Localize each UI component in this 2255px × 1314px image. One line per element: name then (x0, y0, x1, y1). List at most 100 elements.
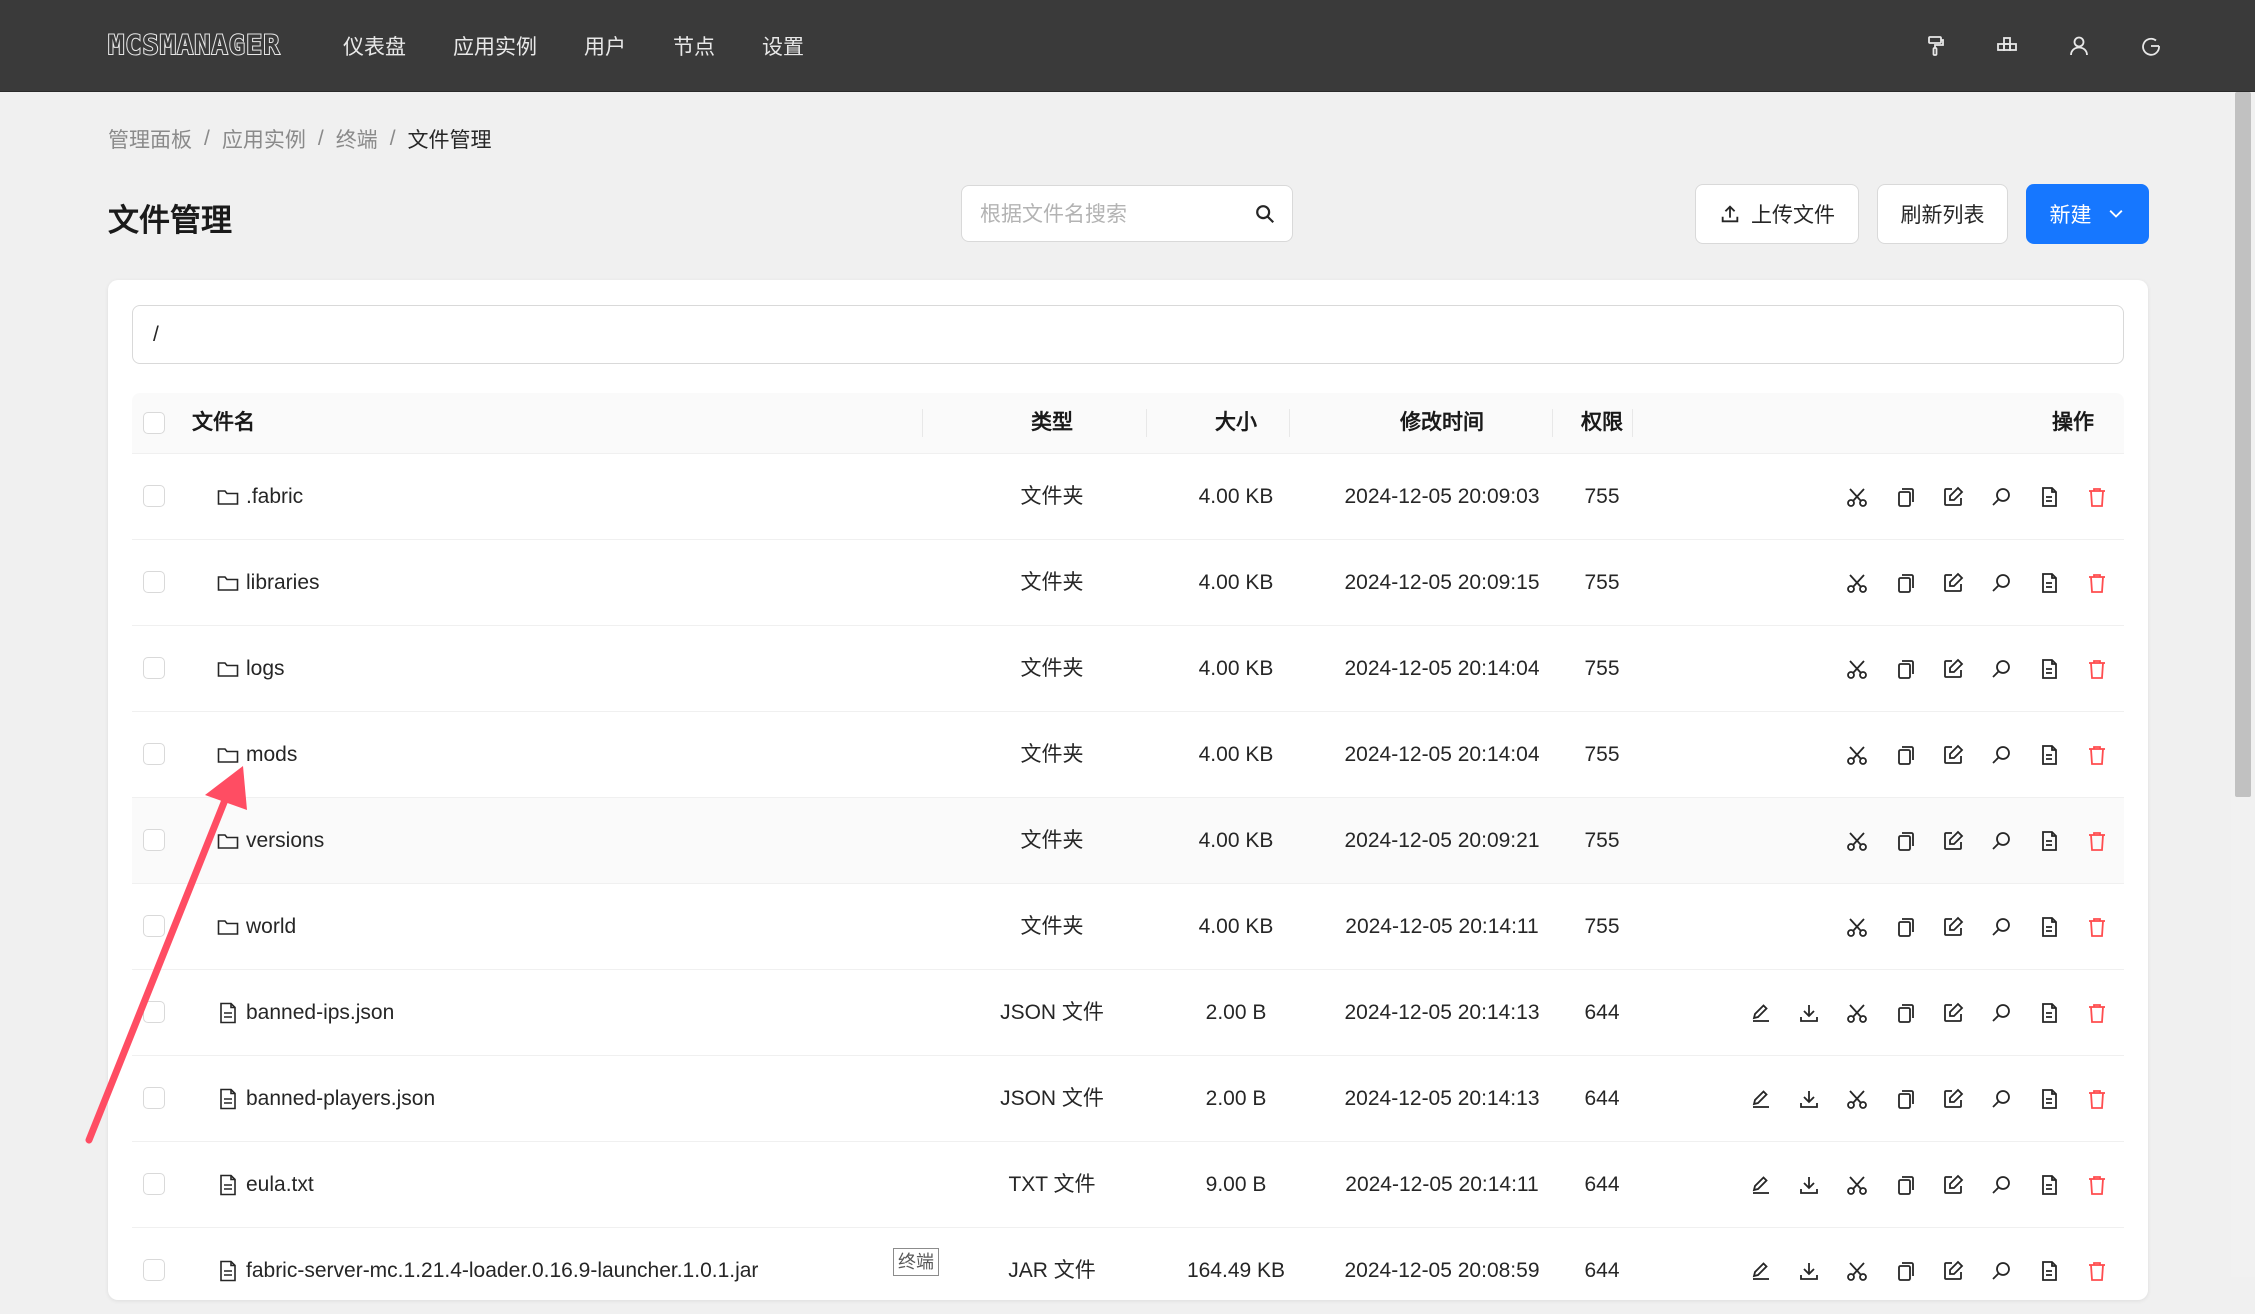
layout-icon[interactable] (1991, 30, 2023, 62)
file-name[interactable]: fabric-server-mc.1.21.4-loader.0.16.9-la… (246, 1228, 758, 1313)
rename-icon[interactable] (1940, 828, 1966, 854)
app-logo[interactable]: MCSMANAGER (107, 29, 281, 62)
delete-icon[interactable] (2084, 1000, 2110, 1026)
nav-item-dashboard[interactable]: 仪表盘 (343, 31, 406, 61)
nav-item-instances[interactable]: 应用实例 (453, 31, 537, 61)
cut-icon[interactable] (1844, 914, 1870, 940)
rename-icon[interactable] (1940, 914, 1966, 940)
permission-icon[interactable] (2036, 828, 2062, 854)
table-row[interactable]: .fabric 文件夹 4.00 KB 2024-12-05 20:09:03 755 (132, 454, 2124, 540)
cut-icon[interactable] (1844, 656, 1870, 682)
copy-icon[interactable] (1892, 742, 1918, 768)
file-name[interactable]: versions (246, 798, 324, 883)
permission-icon[interactable] (2036, 570, 2062, 596)
cut-icon[interactable] (1844, 742, 1870, 768)
scrollbar-thumb[interactable] (2235, 92, 2251, 797)
search-in-icon[interactable] (1988, 484, 2014, 510)
row-checkbox[interactable] (143, 1173, 165, 1195)
table-row[interactable]: eula.txt TXT 文件 9.00 B 2024-12-05 20:14:11 6… (132, 1142, 2124, 1228)
logout-icon[interactable] (2135, 30, 2167, 62)
table-row[interactable]: banned-ips.json JSON 文件 2.00 B 2024-12-05 2… (132, 970, 2124, 1056)
row-checkbox[interactable] (143, 829, 165, 851)
breadcrumb-item-panel[interactable]: 管理面板 (108, 124, 192, 154)
row-checkbox[interactable] (143, 571, 165, 593)
permission-icon[interactable] (2036, 914, 2062, 940)
copy-icon[interactable] (1892, 484, 1918, 510)
nav-item-settings[interactable]: 设置 (762, 31, 804, 61)
rename-icon[interactable] (1940, 484, 1966, 510)
row-checkbox[interactable] (143, 1001, 165, 1023)
user-icon[interactable] (2063, 30, 2095, 62)
rename-icon[interactable] (1940, 1000, 1966, 1026)
download-icon[interactable] (1796, 1000, 1822, 1026)
breadcrumb-item-terminal[interactable]: 终端 (336, 124, 378, 154)
table-row[interactable]: banned-players.json JSON 文件 2.00 B 2024-12-… (132, 1056, 2124, 1142)
permission-icon[interactable] (2036, 656, 2062, 682)
file-name[interactable]: libraries (246, 540, 320, 625)
file-name[interactable]: banned-ips.json (246, 970, 394, 1055)
download-icon[interactable] (1796, 1258, 1822, 1284)
refresh-list-button[interactable]: 刷新列表 (1877, 184, 2008, 244)
rename-icon[interactable] (1940, 742, 1966, 768)
page-scrollbar[interactable] (2231, 92, 2255, 1277)
copy-icon[interactable] (1892, 1172, 1918, 1198)
download-icon[interactable] (1796, 1172, 1822, 1198)
table-row[interactable]: versions 文件夹 4.00 KB 2024-12-05 20:09:21 755 (132, 798, 2124, 884)
edit-file-icon[interactable] (1748, 1000, 1774, 1026)
cut-icon[interactable] (1844, 1172, 1870, 1198)
delete-icon[interactable] (2084, 1172, 2110, 1198)
table-row[interactable]: logs 文件夹 4.00 KB 2024-12-05 20:14:04 755 (132, 626, 2124, 712)
search-in-icon[interactable] (1988, 742, 2014, 768)
row-checkbox[interactable] (143, 657, 165, 679)
row-checkbox[interactable] (143, 1259, 165, 1281)
search-in-icon[interactable] (1988, 656, 2014, 682)
cut-icon[interactable] (1844, 1086, 1870, 1112)
delete-icon[interactable] (2084, 656, 2110, 682)
nav-item-users[interactable]: 用户 (584, 31, 626, 61)
cut-icon[interactable] (1844, 1258, 1870, 1284)
search-in-icon[interactable] (1988, 1000, 2014, 1026)
file-name[interactable]: logs (246, 626, 285, 711)
row-checkbox[interactable] (143, 485, 165, 507)
cut-icon[interactable] (1844, 1000, 1870, 1026)
rename-icon[interactable] (1940, 656, 1966, 682)
brush-icon[interactable] (1919, 30, 1951, 62)
permission-icon[interactable] (2036, 742, 2062, 768)
search-in-icon[interactable] (1988, 828, 2014, 854)
copy-icon[interactable] (1892, 656, 1918, 682)
search-input[interactable] (978, 186, 1252, 243)
edit-file-icon[interactable] (1748, 1172, 1774, 1198)
edit-file-icon[interactable] (1748, 1086, 1774, 1112)
delete-icon[interactable] (2084, 1258, 2110, 1284)
delete-icon[interactable] (2084, 570, 2110, 596)
new-dropdown-button[interactable]: 新建 (2026, 184, 2149, 244)
rename-icon[interactable] (1940, 1086, 1966, 1112)
search-in-icon[interactable] (1988, 914, 2014, 940)
copy-icon[interactable] (1892, 570, 1918, 596)
file-name[interactable]: mods (246, 712, 297, 797)
edit-file-icon[interactable] (1748, 1258, 1774, 1284)
copy-icon[interactable] (1892, 828, 1918, 854)
upload-file-button[interactable]: 上传文件 (1695, 184, 1859, 244)
breadcrumb-item-instances[interactable]: 应用实例 (222, 124, 306, 154)
row-checkbox[interactable] (143, 743, 165, 765)
search-in-icon[interactable] (1988, 1086, 2014, 1112)
row-checkbox[interactable] (143, 915, 165, 937)
select-all-checkbox[interactable] (143, 412, 165, 434)
file-name[interactable]: eula.txt (246, 1142, 314, 1227)
cut-icon[interactable] (1844, 484, 1870, 510)
permission-icon[interactable] (2036, 1258, 2062, 1284)
file-name[interactable]: .fabric (246, 454, 303, 539)
cut-icon[interactable] (1844, 828, 1870, 854)
table-row[interactable]: libraries 文件夹 4.00 KB 2024-12-05 20:09:15 75… (132, 540, 2124, 626)
permission-icon[interactable] (2036, 1000, 2062, 1026)
copy-icon[interactable] (1892, 1258, 1918, 1284)
nav-item-nodes[interactable]: 节点 (673, 31, 715, 61)
search-in-icon[interactable] (1988, 1172, 2014, 1198)
copy-icon[interactable] (1892, 1000, 1918, 1026)
search-icon[interactable] (1254, 203, 1276, 225)
table-row[interactable]: fabric-server-mc.1.21.4-loader.0.16.9-la… (132, 1228, 2124, 1314)
copy-icon[interactable] (1892, 1086, 1918, 1112)
permission-icon[interactable] (2036, 484, 2062, 510)
row-checkbox[interactable] (143, 1087, 165, 1109)
